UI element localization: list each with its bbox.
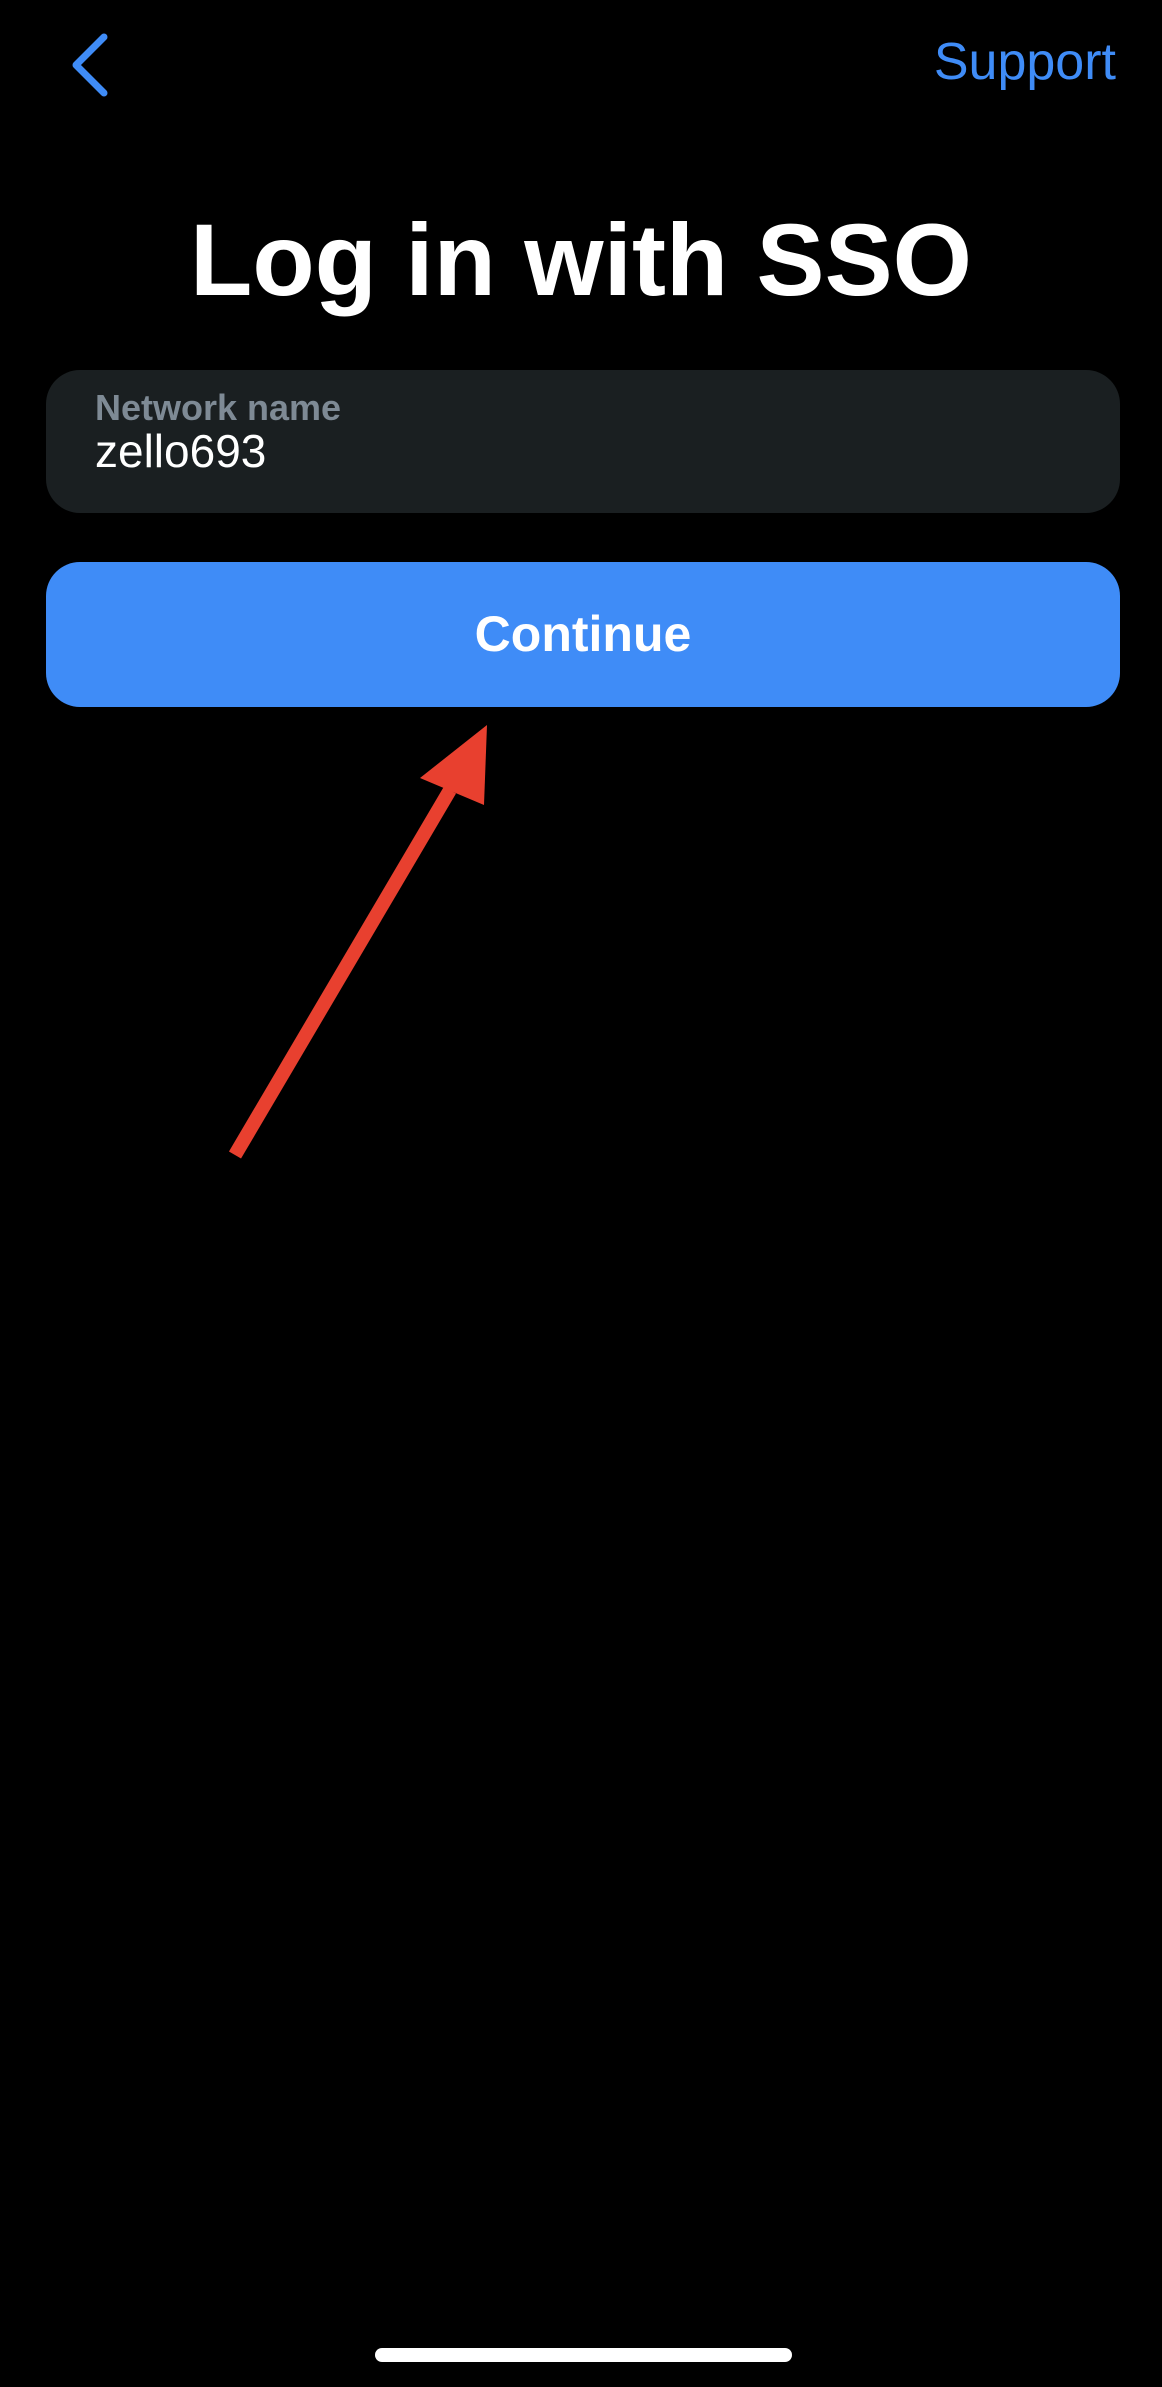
back-button[interactable] — [50, 20, 130, 110]
navigation-bar: Support — [0, 0, 1162, 130]
arrow-up-right-icon — [228, 725, 487, 1159]
support-link[interactable]: Support — [934, 26, 1116, 98]
continue-button[interactable]: Continue — [46, 562, 1120, 707]
chevron-left-icon — [72, 33, 108, 97]
network-name-field[interactable]: Network name zello693 — [46, 370, 1120, 513]
page-title: Log in with SSO — [190, 203, 972, 317]
home-indicator — [375, 2348, 792, 2362]
network-name-input[interactable]: zello693 — [95, 420, 266, 482]
